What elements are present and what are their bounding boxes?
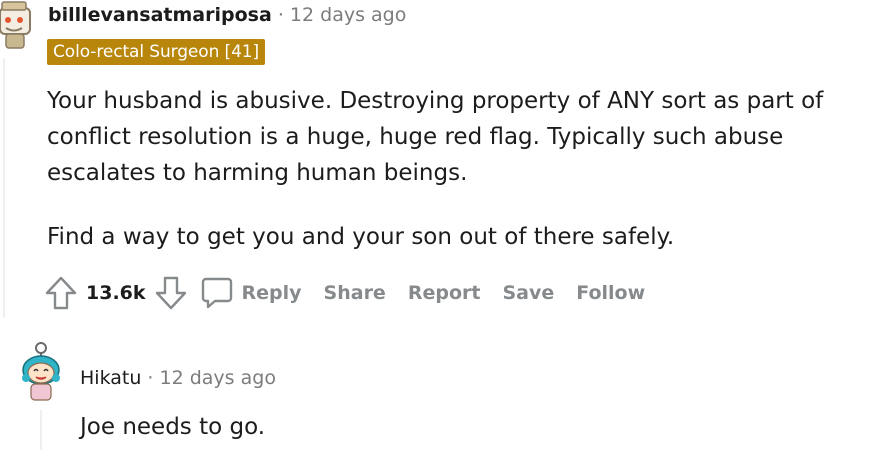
save-button[interactable]: Save (502, 282, 554, 304)
meta-separator: · (147, 367, 154, 389)
comment-meta: Hikatu · 12 days ago (80, 367, 276, 389)
user-avatar[interactable] (0, 0, 38, 52)
upvote-icon[interactable] (44, 275, 78, 311)
comment-meta: billlevansatmariposa · 12 days ago (48, 4, 406, 26)
username[interactable]: Hikatu (80, 367, 141, 389)
comment-actions: 13.6k Reply Share Report Save Follow (44, 273, 645, 313)
downvote-icon[interactable] (154, 275, 188, 311)
comment-paragraph: Joe needs to go. (80, 414, 266, 440)
username[interactable]: billlevansatmariposa (48, 4, 272, 26)
reply-button[interactable]: Reply (242, 282, 302, 304)
timestamp[interactable]: 12 days ago (160, 367, 276, 389)
share-button[interactable]: Share (324, 282, 386, 304)
comment-paragraph: Find a way to get you and your son out o… (47, 224, 675, 250)
report-button[interactable]: Report (408, 282, 481, 304)
vote-score: 13.6k (86, 282, 146, 304)
thread-line[interactable] (3, 58, 5, 318)
user-avatar[interactable] (16, 340, 66, 404)
comment-paragraph: Your husband is abusive. Destroying prop… (47, 88, 824, 186)
follow-button[interactable]: Follow (576, 282, 645, 304)
comment-icon[interactable] (200, 275, 234, 311)
timestamp[interactable]: 12 days ago (290, 4, 406, 26)
meta-separator: · (277, 4, 284, 26)
thread-line[interactable] (40, 410, 42, 450)
user-flair: Colo-rectal Surgeon [41] (47, 39, 266, 65)
